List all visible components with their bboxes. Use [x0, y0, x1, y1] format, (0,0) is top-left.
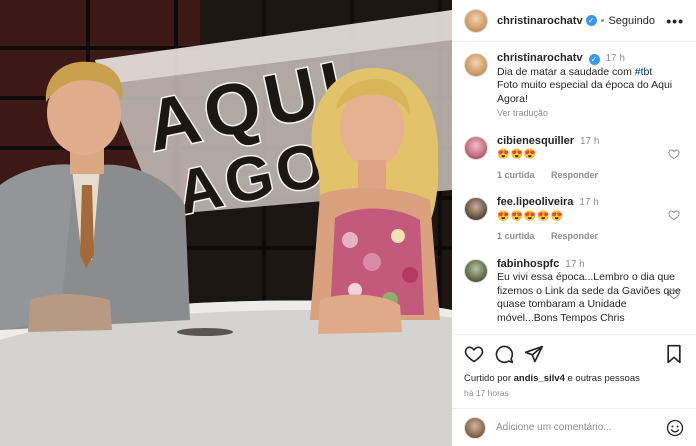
liked-by-user[interactable]: andis_silv4 — [514, 373, 565, 384]
commenter-avatar[interactable] — [464, 135, 488, 160]
comment-item: fabinhospfc 17 h Eu vivi essa época...Le… — [452, 258, 696, 326]
comment-username[interactable]: fee.lipeoliveira — [497, 196, 573, 208]
comment-time[interactable]: 17 h — [579, 197, 598, 208]
comment-text: Eu vivi essa época...Lembro o dia que fi… — [497, 271, 681, 324]
separator-dot: • — [600, 14, 605, 27]
post-actions: Curtido por andis_silv4 e outras pessoas… — [452, 334, 696, 398]
heart-icon[interactable] — [668, 288, 680, 300]
viewer-avatar — [464, 416, 486, 439]
female-presenter — [310, 67, 440, 334]
post-header: christinarochatv ✓ • Seguindo ••• — [452, 0, 696, 42]
comment-input[interactable] — [496, 422, 646, 433]
caption-author-avatar[interactable] — [464, 53, 488, 77]
heart-icon[interactable] — [668, 209, 680, 221]
comments-list[interactable]: christinarochatv ✓ 17 h Dia de matar a s… — [452, 44, 696, 334]
liked-by-prefix: Curtido por — [464, 373, 514, 384]
verified-icon: ✓ — [588, 54, 600, 65]
caption: christinarochatv ✓ 17 h Dia de matar a s… — [452, 52, 696, 121]
reply-button[interactable]: Responder — [551, 170, 598, 180]
heart-icon[interactable] — [464, 344, 484, 364]
author-avatar[interactable] — [464, 8, 488, 33]
following-button[interactable]: Seguindo — [608, 15, 655, 27]
heart-icon[interactable] — [668, 148, 680, 160]
comment-meta: 1 curtida Responder — [497, 169, 681, 183]
see-translation-link[interactable]: Ver tradução — [497, 107, 681, 121]
comment-icon[interactable] — [494, 344, 514, 364]
action-icons — [464, 343, 684, 365]
caption-username[interactable]: christinarochatv — [497, 52, 583, 64]
comment-time[interactable]: 17 h — [580, 136, 599, 147]
comment-time[interactable]: 17 h — [565, 259, 584, 270]
liked-by: Curtido por andis_silv4 e outras pessoas — [464, 373, 684, 384]
caption-time[interactable]: 17 h — [605, 53, 624, 64]
author-username[interactable]: christinarochatv — [497, 15, 583, 27]
verified-icon: ✓ — [585, 15, 597, 26]
comment-body: fabinhospfc 17 h Eu vivi essa época...Le… — [497, 258, 681, 326]
share-icon[interactable] — [524, 344, 544, 364]
photo-illustration: AQUI AGORA — [0, 0, 452, 446]
add-comment-bar — [452, 408, 696, 446]
reply-button[interactable]: Responder — [551, 231, 598, 241]
post-side-panel: christinarochatv ✓ • Seguindo ••• christ… — [452, 0, 696, 446]
comment-item: fee.lipeoliveira 17 h 😍😍😍😍😍 1 curtida Re… — [452, 196, 696, 244]
comment-likes[interactable]: 1 curtida — [497, 231, 535, 241]
emoji-icon[interactable] — [666, 419, 684, 437]
more-options-icon[interactable]: ••• — [666, 13, 684, 29]
comment-text: 😍😍😍 — [497, 149, 538, 160]
liked-by-suffix[interactable]: e outras pessoas — [565, 373, 640, 384]
post-photo[interactable]: AQUI AGORA — [0, 0, 452, 446]
comment-item: cibienesquiller 17 h 😍😍😍 1 curtida Respo… — [452, 135, 696, 183]
commenter-avatar[interactable] — [464, 258, 488, 283]
caption-hashtag[interactable]: #tbt — [635, 66, 653, 78]
comment-username[interactable]: fabinhospfc — [497, 258, 559, 270]
comment-username[interactable]: cibienesquiller — [497, 135, 574, 147]
caption-text: Dia de matar a saudade com — [497, 65, 635, 78]
comment-body: cibienesquiller 17 h 😍😍😍 1 curtida Respo… — [497, 135, 681, 183]
save-icon[interactable] — [664, 344, 684, 364]
commenter-avatar[interactable] — [464, 197, 488, 221]
comment-meta: 1 curtida Responder — [497, 230, 681, 244]
post-timestamp[interactable]: há 17 horas — [464, 388, 684, 398]
comment-body: fee.lipeoliveira 17 h 😍😍😍😍😍 1 curtida Re… — [497, 196, 681, 244]
caption-text-second: Foto muito especial da época do Aqui Ago… — [497, 79, 673, 105]
comment-likes[interactable]: 1 curtida — [497, 170, 535, 180]
comment-text: 😍😍😍😍😍 — [497, 210, 565, 222]
caption-body: christinarochatv ✓ 17 h Dia de matar a s… — [497, 52, 681, 121]
